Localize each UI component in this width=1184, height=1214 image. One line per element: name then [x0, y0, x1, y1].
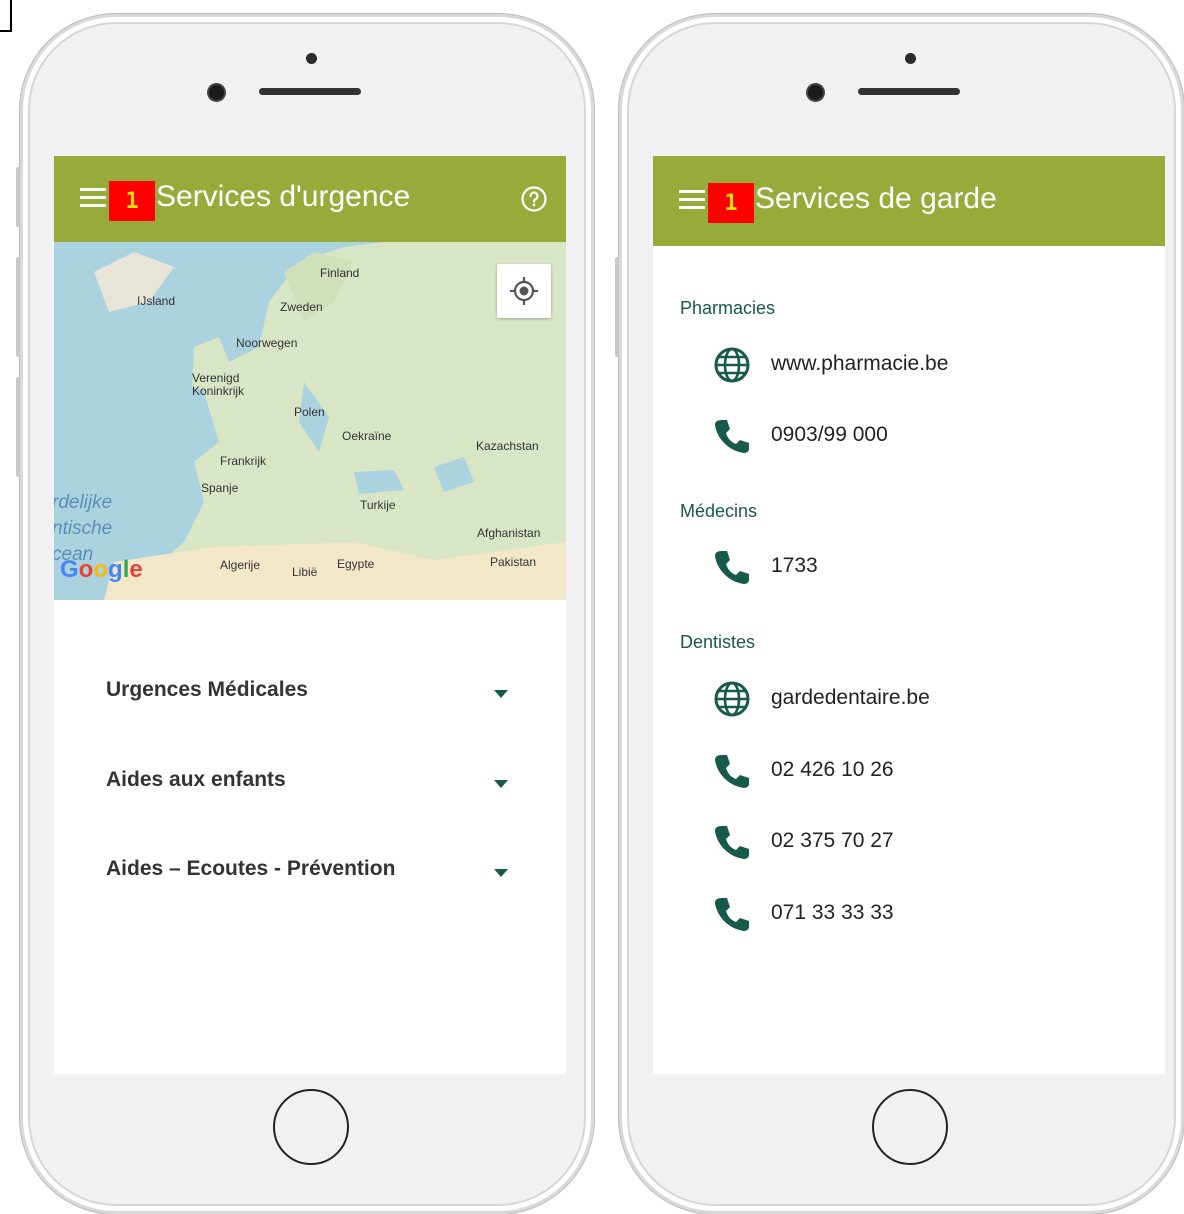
app-bar: 1 Services d'urgence [54, 156, 566, 242]
mute-switch [16, 167, 20, 227]
map-label-ukraine: Oekraïne [342, 429, 392, 443]
phone-icon [715, 551, 749, 584]
accordion-aides-ecoutes-prevention[interactable]: Aides – Ecoutes - Prévention [106, 857, 514, 897]
crosshair-icon [510, 277, 538, 305]
app-bar: 1 Services de garde [653, 156, 1165, 246]
page-title: Services de garde [755, 182, 997, 215]
map-label-poland: Polen [294, 405, 325, 419]
phone-icon [715, 420, 749, 453]
section-title-medecins: Médecins [680, 501, 758, 521]
phone-icon [715, 755, 749, 788]
home-button[interactable] [872, 1089, 948, 1165]
map-label-finland: Finland [320, 266, 360, 280]
globe-icon [714, 347, 750, 383]
map-label-uk-1: Verenigd [192, 371, 240, 385]
front-camera [808, 85, 823, 100]
proximity-sensor [306, 53, 317, 64]
screen-emergency-services: 1 Services d'urgence Finland IJsland Zwe… [54, 156, 566, 1074]
contact-phone: 1733 [771, 554, 818, 577]
home-button[interactable] [273, 1089, 349, 1165]
proximity-sensor [905, 53, 916, 64]
map-label-sweden: Zweden [280, 300, 323, 314]
page-title: Services d'urgence [156, 180, 411, 213]
section-title-pharmacies: Pharmacies [680, 298, 776, 318]
menu-icon[interactable] [679, 190, 705, 210]
accordion-label: Aides aux enfants [106, 768, 286, 791]
caret-down-icon [494, 869, 508, 877]
front-camera [209, 85, 224, 100]
map-label-france: Frankrijk [220, 454, 267, 468]
map-label-pakistan: Pakistan [490, 555, 537, 569]
map-label-spain: Spanje [201, 481, 239, 495]
contact-phone: 071 33 33 33 [771, 901, 894, 924]
my-location-button[interactable] [497, 264, 551, 318]
caret-down-icon [494, 780, 508, 788]
annotation-badge: 1 [708, 183, 754, 223]
side-button [615, 257, 619, 357]
map-label-algeria: Algerije [220, 558, 261, 572]
contact-phone: 02 375 70 27 [771, 829, 894, 852]
map-view[interactable]: Finland IJsland Zweden Noorwegen Verenig… [54, 242, 566, 600]
earpiece-speaker [858, 88, 960, 95]
map-label-uk-2: Koninkrijk [192, 384, 245, 398]
volume-up-button [16, 257, 20, 357]
map-land [94, 242, 566, 600]
map-label-norway: Noorwegen [236, 336, 298, 350]
corner-frame-mark [0, 0, 12, 32]
map-ocean-line-1: rdelijke [54, 492, 113, 513]
map-label-turkey: Turkije [360, 498, 396, 512]
caret-down-icon [494, 690, 508, 698]
section-title-dentistes: Dentistes [680, 632, 756, 652]
contact-phone: 02 426 10 26 [771, 758, 894, 781]
accordion-urgences-medicales[interactable]: Urgences Médicales [106, 678, 514, 718]
accordion-label: Aides – Ecoutes - Prévention [106, 857, 396, 880]
contact-link: gardedentaire.be [771, 686, 930, 709]
annotation-badge: 1 [109, 181, 155, 221]
menu-icon[interactable] [80, 188, 106, 208]
contact-phone: 0903/99 000 [771, 423, 888, 446]
map-label-iceland: IJsland [137, 294, 176, 308]
contact-link: www.pharmacie.be [771, 352, 949, 375]
help-circle-icon[interactable] [520, 185, 548, 213]
map-label-libya: Libië [292, 565, 318, 579]
map-ocean-line-2: ntische [54, 518, 113, 539]
accordion-aides-enfants[interactable]: Aides aux enfants [106, 768, 514, 808]
phone-frame-left: 1 Services d'urgence Finland IJsland Zwe… [16, 14, 594, 1214]
map-label-kazakhstan: Kazachstan [476, 439, 539, 453]
earpiece-speaker [259, 88, 361, 95]
google-logo: Google [60, 556, 143, 583]
phone-frame-right: 1 Services de garde Pharmacies www.pharm… [615, 14, 1184, 1214]
phone-icon [715, 826, 749, 859]
map-label-egypt: Egypte [337, 557, 375, 571]
globe-icon [714, 681, 750, 717]
screen-on-call-services: 1 Services de garde Pharmacies www.pharm… [653, 156, 1165, 1074]
phone-icon [715, 898, 749, 931]
volume-down-button [16, 377, 20, 477]
map-label-afghanistan: Afghanistan [477, 526, 541, 540]
accordion-label: Urgences Médicales [106, 678, 308, 701]
